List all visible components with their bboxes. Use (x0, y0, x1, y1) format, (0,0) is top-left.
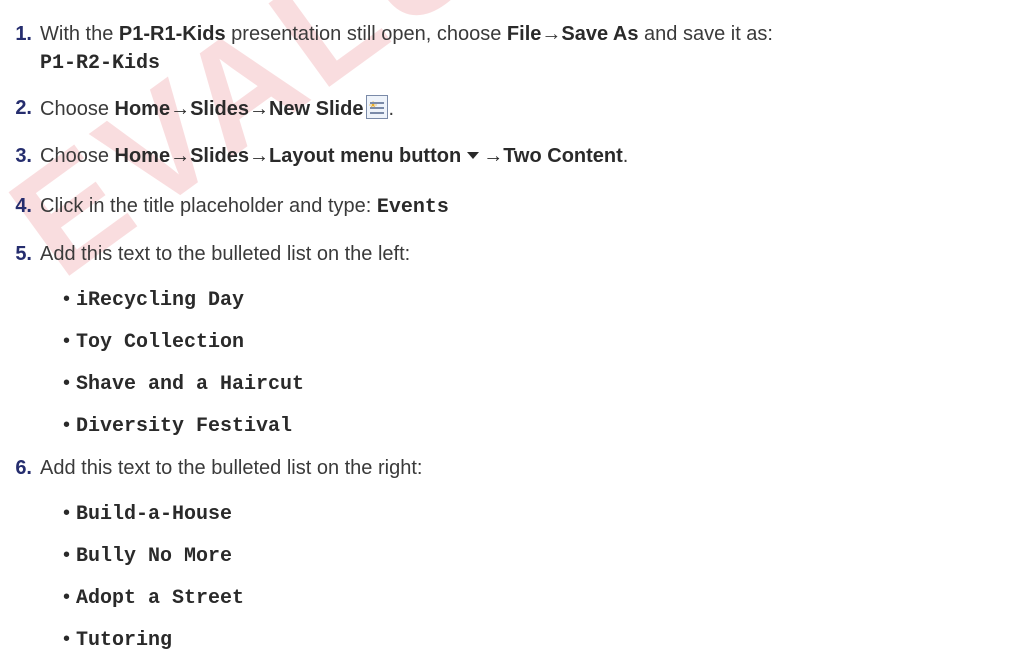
step-number: 1. (15, 23, 32, 45)
step-text: With the P1-R1-Kids presentation still o… (40, 23, 773, 45)
list-item: • Shave and a Haircut (63, 372, 305, 396)
list-item: • Build-a-House (63, 502, 233, 526)
list-item: • Toy Collection (63, 330, 245, 354)
step-text: Add this text to the bulleted list on th… (40, 243, 411, 265)
step-number: 3. (15, 145, 32, 167)
dropdown-caret-icon (467, 152, 480, 159)
step-text: Click in the title placeholder and type:… (40, 195, 449, 219)
step-text: Choose Home→Slides→New Slide ✳. (40, 95, 394, 122)
list-item: • Adopt a Street (63, 586, 245, 610)
list-item: • Diversity Festival (63, 414, 293, 438)
step-number: 5. (15, 243, 32, 265)
step-text: Choose Home→Slides→Layout menu button →Tw… (40, 145, 629, 167)
step-number: 2. (15, 97, 32, 119)
list-item: • iRecycling Day (63, 288, 245, 312)
step-text: Add this text to the bulleted list on th… (40, 457, 423, 479)
list-item: • Bully No More (63, 544, 233, 568)
step-1-filename: P1-R2-Kids (40, 52, 161, 75)
step-number: 4. (15, 195, 32, 217)
list-item: • Tutoring (63, 628, 173, 652)
new-slide-icon: ✳ (366, 95, 389, 119)
step-number: 6. (15, 457, 32, 479)
